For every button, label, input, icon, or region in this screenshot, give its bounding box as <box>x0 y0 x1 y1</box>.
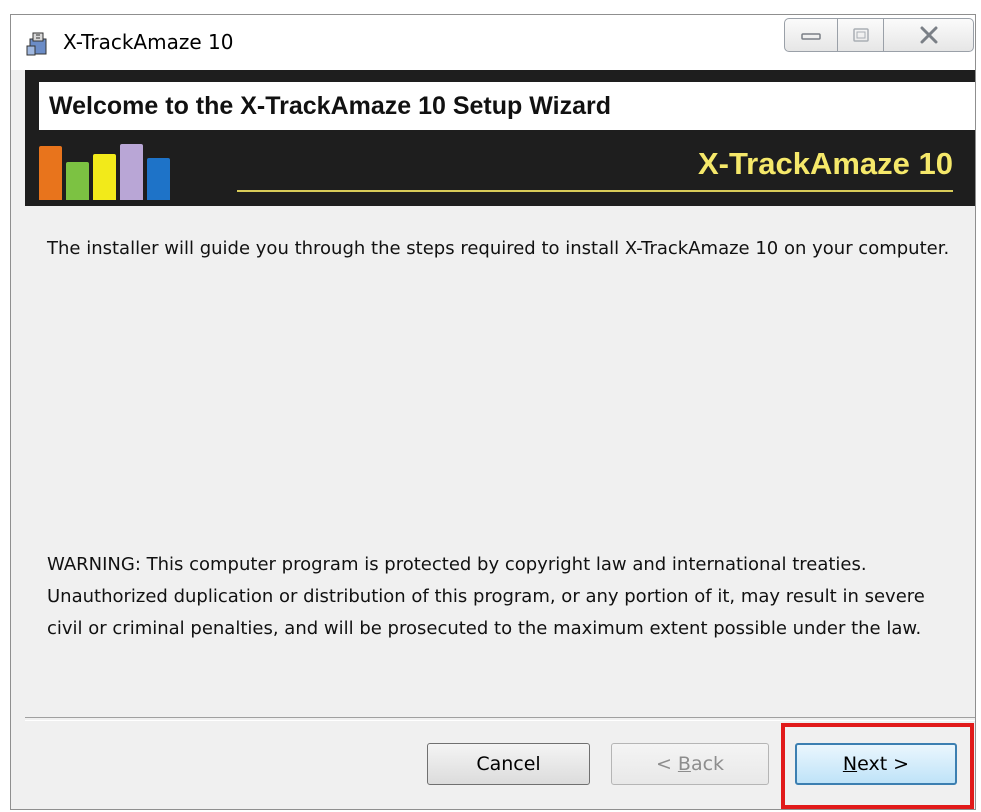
footer-separator <box>25 717 975 721</box>
logo-bar-blue <box>147 158 170 200</box>
close-icon <box>920 26 937 44</box>
copyright-warning: WARNING: This computer program is protec… <box>47 554 925 639</box>
back-label-prefix: < <box>655 753 678 775</box>
logo-bar-green <box>66 162 89 200</box>
next-label-rest: ext > <box>857 753 910 775</box>
brand-name: X-TrackAmaze 10 <box>697 146 953 181</box>
maximize-icon <box>852 28 869 42</box>
wizard-banner: Welcome to the X-TrackAmaze 10 Setup Wiz… <box>25 70 975 206</box>
title-bar: X-TrackAmaze 10 <box>11 15 975 70</box>
back-label-rest: ack <box>690 753 725 775</box>
close-button[interactable] <box>884 18 974 52</box>
next-access-key: N <box>842 753 858 775</box>
caption-buttons <box>784 18 974 52</box>
logo-bar-orange <box>39 146 62 200</box>
minimize-button[interactable] <box>784 18 838 52</box>
intro-text: The installer will guide you through the… <box>47 238 950 259</box>
product-logo <box>39 140 179 200</box>
installer-app-icon <box>26 32 47 56</box>
brand-underline <box>237 190 953 192</box>
next-button[interactable]: Next > <box>795 743 957 785</box>
wizard-heading: Welcome to the X-TrackAmaze 10 Setup Wiz… <box>49 92 611 120</box>
logo-bar-yellow <box>93 154 116 200</box>
setup-wizard-window: X-TrackAmaze 10 Welcome to the X-TrackAm… <box>10 14 976 810</box>
banner-heading-box: Welcome to the X-TrackAmaze 10 Setup Wiz… <box>39 82 975 130</box>
cancel-button[interactable]: Cancel <box>427 743 590 785</box>
window-title: X-TrackAmaze 10 <box>63 30 234 54</box>
maximize-button[interactable] <box>838 18 884 52</box>
back-button[interactable]: < Back <box>611 743 769 785</box>
back-access-key: B <box>677 753 691 775</box>
logo-bar-lavender <box>120 144 143 200</box>
minimize-icon <box>801 33 821 40</box>
